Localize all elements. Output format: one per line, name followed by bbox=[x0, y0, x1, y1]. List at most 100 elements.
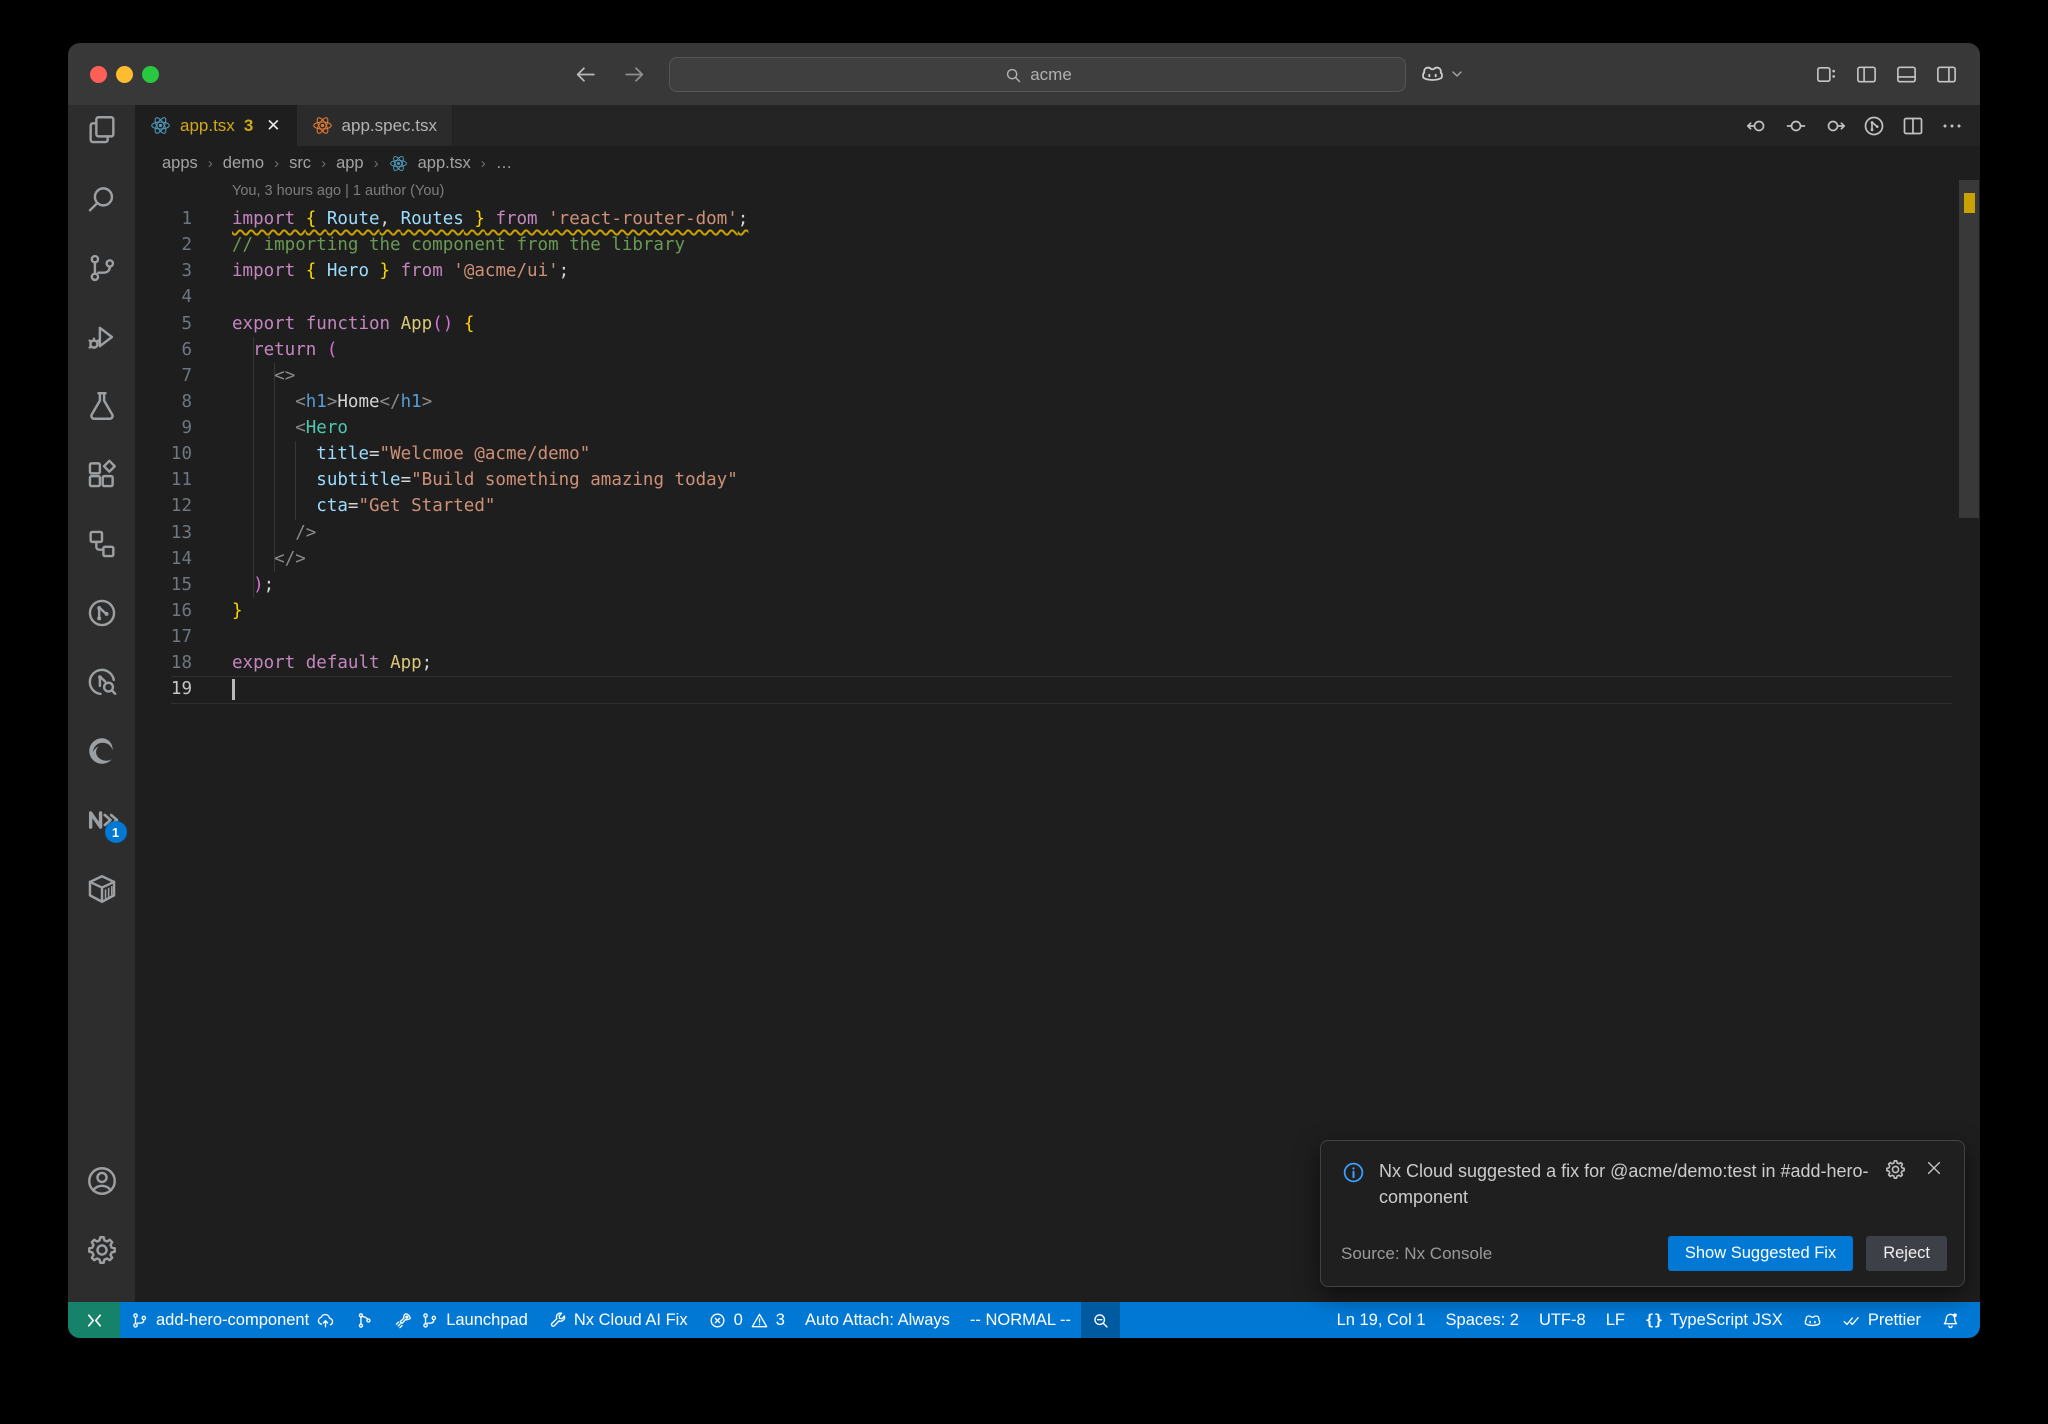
code-line: 12 cta="Get Started" bbox=[135, 493, 1980, 519]
status-notifications-bell[interactable] bbox=[1931, 1302, 1970, 1338]
code-line: 15 ); bbox=[135, 572, 1980, 598]
activity-item-run-and-debug[interactable] bbox=[85, 320, 119, 354]
status-nx-cloud-ai-fix[interactable]: Nx Cloud AI Fix bbox=[538, 1302, 698, 1338]
activity-item-containers[interactable] bbox=[85, 872, 119, 906]
status-formatter-prettier[interactable]: Prettier bbox=[1832, 1302, 1931, 1338]
line-number: 7 bbox=[181, 365, 192, 386]
breadcrumb-item-src[interactable]: src bbox=[289, 154, 311, 173]
editor-scrollbar[interactable] bbox=[1959, 180, 1979, 518]
activity-item-testing[interactable] bbox=[85, 389, 119, 423]
tab-app.spec.tsx[interactable]: app.spec.tsx bbox=[296, 105, 453, 146]
zoom-window-button[interactable] bbox=[142, 65, 159, 83]
copilot-menu-button[interactable] bbox=[1420, 57, 1465, 90]
activity-item-explorer[interactable] bbox=[85, 113, 119, 147]
status-vim-mode[interactable]: -- NORMAL -- bbox=[960, 1302, 1081, 1338]
overview-ruler-warning bbox=[1964, 193, 1975, 213]
line-content: // importing the component from the libr… bbox=[232, 235, 686, 256]
status-encoding[interactable]: UTF-8 bbox=[1529, 1302, 1596, 1338]
customize-layout-button[interactable] bbox=[1815, 63, 1838, 86]
breadcrumb-item-app[interactable]: app bbox=[336, 154, 364, 173]
breadcrumb-item-demo[interactable]: demo bbox=[223, 154, 264, 173]
reject-button[interactable]: Reject bbox=[1866, 1236, 1947, 1271]
go-forward-icon[interactable] bbox=[622, 62, 647, 87]
react-icon bbox=[389, 154, 408, 173]
next-change-button[interactable] bbox=[1823, 114, 1847, 138]
status-text: Launchpad bbox=[446, 1310, 528, 1329]
status-cursor-position[interactable]: Ln 19, Col 1 bbox=[1327, 1302, 1436, 1338]
wrench-icon bbox=[548, 1311, 567, 1330]
breadcrumb-item-…[interactable]: … bbox=[496, 154, 513, 173]
notification-close-icon[interactable] bbox=[1924, 1158, 1944, 1178]
open-changes-button[interactable] bbox=[1784, 114, 1808, 138]
warning-icon bbox=[750, 1311, 769, 1330]
code-line: 8 <h1>Home</h1> bbox=[135, 389, 1980, 415]
cloud-upload-icon bbox=[316, 1311, 335, 1330]
show-suggested-fix-button[interactable]: Show Suggested Fix bbox=[1667, 1236, 1854, 1271]
status-launchpad[interactable]: Launchpad bbox=[384, 1302, 538, 1338]
toggle-panel-button[interactable] bbox=[1895, 63, 1918, 86]
go-back-icon[interactable] bbox=[573, 62, 598, 87]
notification-settings-icon[interactable] bbox=[1884, 1158, 1907, 1181]
status-zoom-indicator[interactable] bbox=[1081, 1302, 1121, 1338]
close-window-button[interactable] bbox=[90, 65, 107, 83]
breadcrumb-item-apps[interactable]: apps bbox=[162, 154, 198, 173]
tab-problems-badge: 3 bbox=[243, 115, 254, 135]
activity-item-edge-tools[interactable] bbox=[85, 734, 119, 768]
activity-item-run-view[interactable] bbox=[85, 596, 119, 630]
command-center[interactable]: acme bbox=[669, 57, 1406, 92]
status-eol[interactable]: LF bbox=[1596, 1302, 1635, 1338]
run-file-button[interactable] bbox=[1862, 114, 1886, 138]
activity-item-source-control[interactable] bbox=[85, 251, 119, 285]
toggle-primary-sidebar-button[interactable] bbox=[1855, 63, 1878, 86]
activity-item-manage[interactable] bbox=[85, 1233, 119, 1267]
remote-indicator[interactable] bbox=[68, 1302, 120, 1338]
status-indentation[interactable]: Spaces: 2 bbox=[1436, 1302, 1529, 1338]
code-editor[interactable]: 1 import { Route, Routes } from 'react-ro… bbox=[135, 206, 1980, 702]
status-auto-attach[interactable]: Auto Attach: Always bbox=[795, 1302, 960, 1338]
breadcrumb-item-app.tsx[interactable]: app.tsx bbox=[418, 154, 471, 173]
more-actions-button[interactable] bbox=[1940, 114, 1964, 138]
line-number: 4 bbox=[181, 287, 192, 308]
status-git-graph[interactable] bbox=[345, 1302, 384, 1338]
git-branch-icon bbox=[130, 1311, 149, 1330]
status-text: -- NORMAL -- bbox=[969, 1310, 1072, 1329]
status-git-branch[interactable]: add-hero-component bbox=[120, 1302, 345, 1338]
status-text: Prettier bbox=[1867, 1310, 1921, 1329]
split-editor-button[interactable] bbox=[1901, 114, 1925, 138]
status-text: 0 bbox=[733, 1310, 743, 1329]
activity-item-accounts[interactable] bbox=[85, 1164, 119, 1198]
status-copilot-status[interactable] bbox=[1793, 1302, 1832, 1338]
zoom-out-icon bbox=[1091, 1311, 1110, 1330]
status-language-mode[interactable]: {} TypeScript JSX bbox=[1635, 1302, 1793, 1338]
status-text: UTF-8 bbox=[1538, 1310, 1586, 1329]
activity-item-nx-console[interactable]: 1 bbox=[85, 803, 127, 843]
line-number: 13 bbox=[170, 522, 192, 543]
line-content: import { Hero } from '@acme/ui'; bbox=[232, 261, 570, 282]
git-blame-annotation[interactable]: You, 3 hours ago | 1 author (You) bbox=[232, 183, 444, 199]
line-number: 8 bbox=[181, 391, 192, 412]
activity-item-gitlens-inspect[interactable] bbox=[85, 665, 119, 699]
line-number: 16 bbox=[170, 600, 192, 621]
badge: 1 bbox=[104, 821, 127, 843]
activity-bar: 1 bbox=[68, 105, 135, 1302]
line-content: subtitle="Build something amazing today" bbox=[316, 470, 738, 491]
remote-explorer-icon bbox=[85, 527, 119, 561]
activity-item-extensions[interactable] bbox=[85, 458, 119, 492]
code-line: 4 bbox=[135, 284, 1980, 310]
code-line: 18 export default App; bbox=[135, 650, 1980, 676]
accounts-icon bbox=[85, 1164, 119, 1198]
minimize-window-button[interactable] bbox=[116, 65, 133, 83]
tab-app.tsx[interactable]: app.tsx 3 ✕ bbox=[135, 105, 297, 146]
toggle-secondary-sidebar-button[interactable] bbox=[1935, 63, 1958, 86]
status-text: TypeScript JSX bbox=[1670, 1310, 1783, 1329]
activity-item-remote-explorer[interactable] bbox=[85, 527, 119, 561]
status-text: Ln 19, Col 1 bbox=[1336, 1310, 1426, 1329]
activity-item-search[interactable] bbox=[85, 182, 119, 216]
breadcrumb: apps › demo › src › app › app.tsx ›… bbox=[135, 146, 1980, 180]
search-icon bbox=[1003, 65, 1023, 85]
previous-change-button[interactable] bbox=[1745, 114, 1769, 138]
close-tab-icon[interactable]: ✕ bbox=[266, 116, 280, 136]
status-problems[interactable]: 03 bbox=[698, 1302, 795, 1338]
tab-label: app.tsx bbox=[180, 115, 235, 135]
bell-dot-icon bbox=[1941, 1311, 1960, 1330]
